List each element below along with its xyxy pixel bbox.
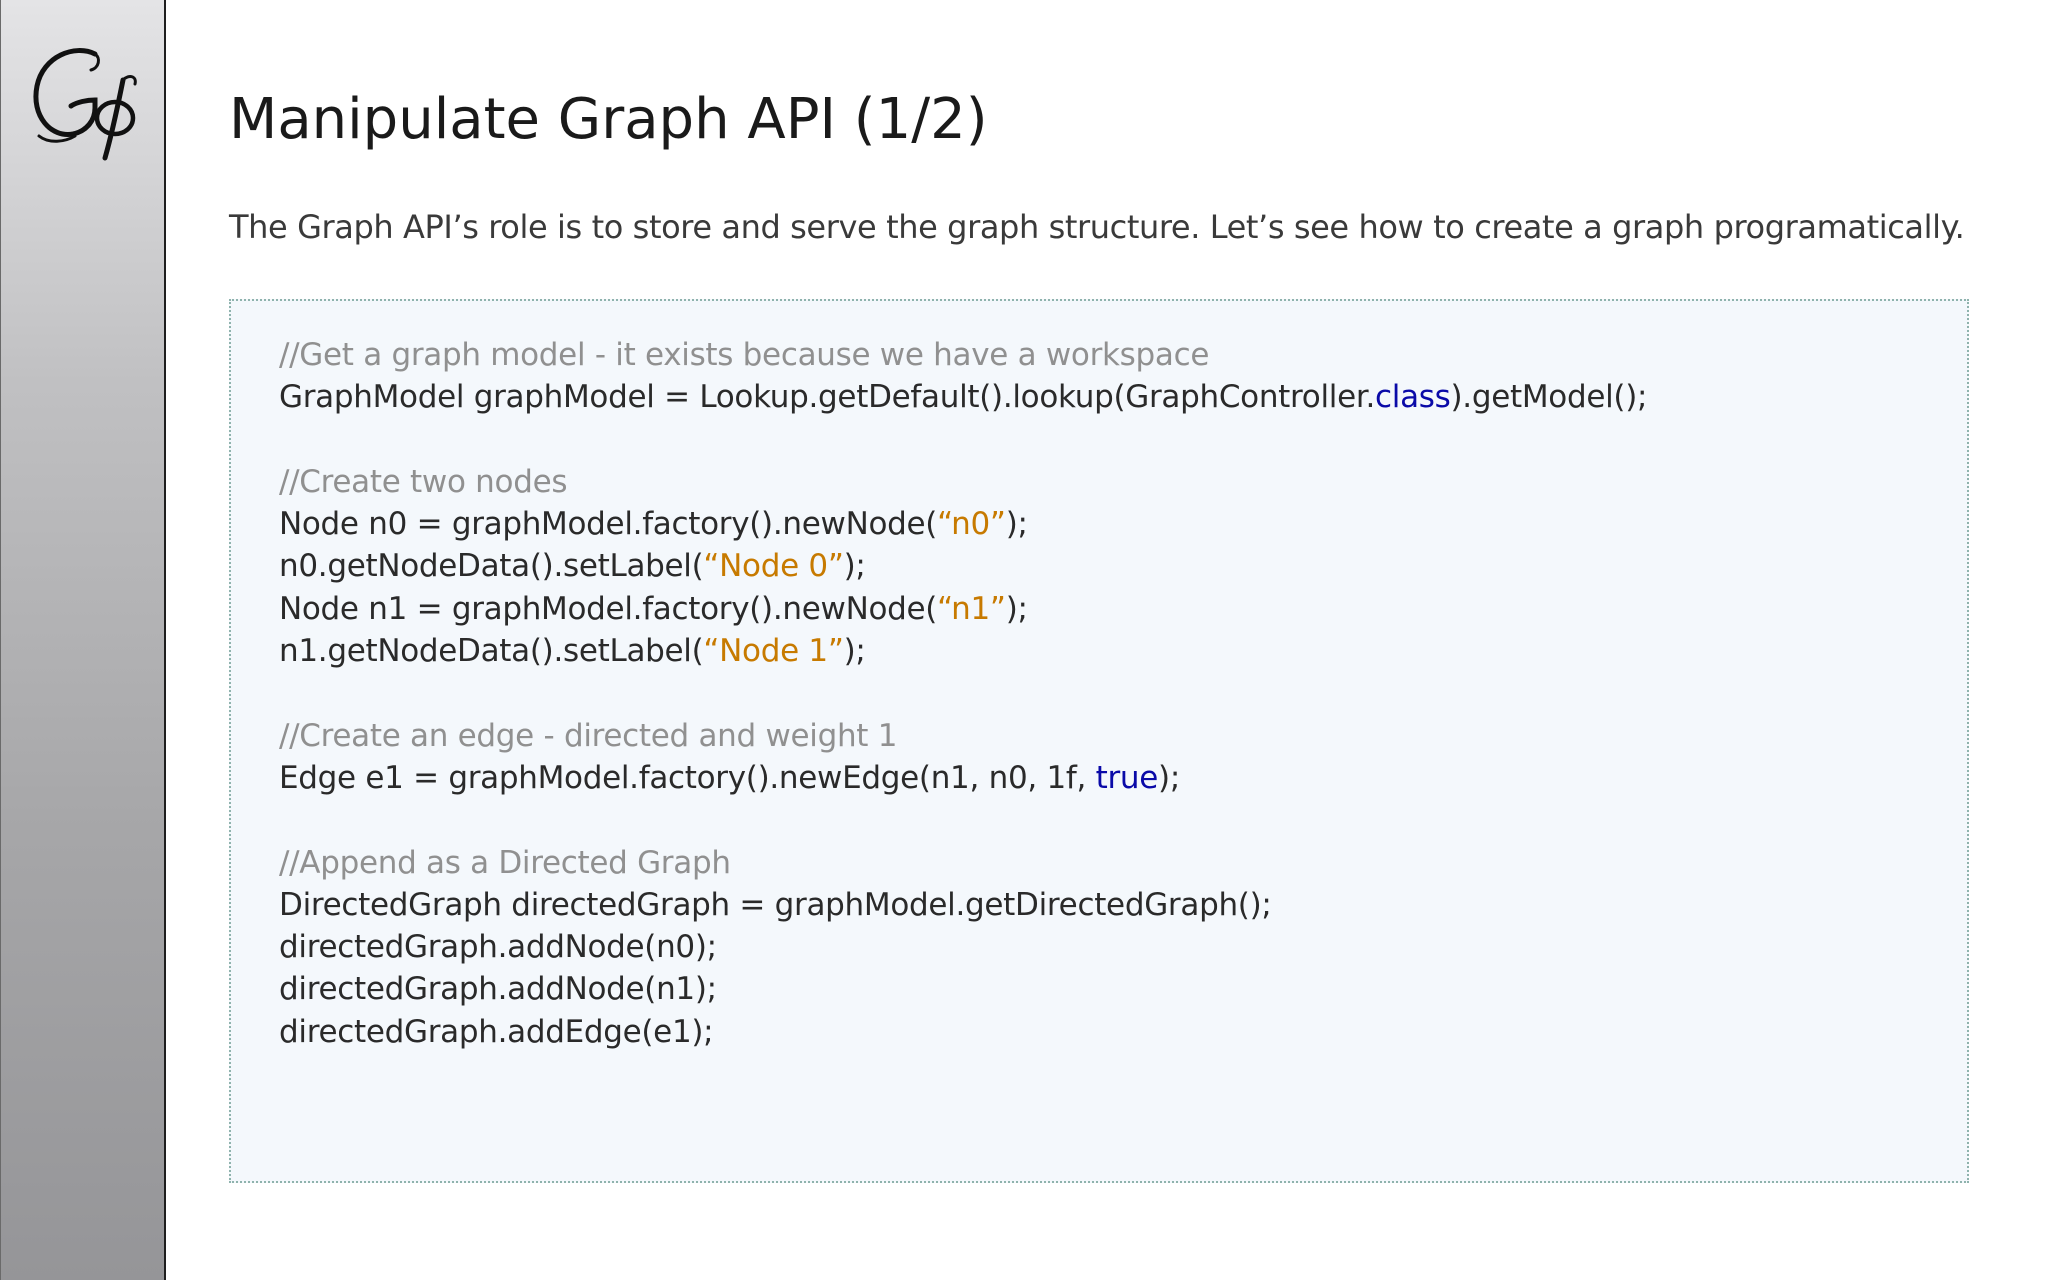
- code-token-keyword: true: [1095, 759, 1159, 796]
- code-line: Node n0 = graphModel.factory().newNode(“…: [279, 503, 1967, 545]
- code-token-plain: GraphModel graphModel = Lookup.getDefaul…: [279, 379, 1376, 416]
- code-line: directedGraph.addNode(n0);: [279, 926, 1967, 968]
- code-token-comment: //Create two nodes: [279, 463, 568, 500]
- code-token-comment: //Get a graph model - it exists because …: [279, 337, 1210, 373]
- code-token-plain: );: [843, 633, 866, 670]
- slide: Manipulate Graph API (1/2) The Graph API…: [0, 0, 2048, 1280]
- code-token-comment: //Append as a Directed Graph: [279, 844, 731, 881]
- code-token-plain: directedGraph.addEdge(e1);: [279, 1013, 714, 1050]
- code-token-plain: Node n1 = graphModel.factory().newNode(: [279, 590, 938, 627]
- code-token-keyword: class: [1375, 379, 1451, 416]
- code-token-plain: directedGraph.addNode(n0);: [279, 929, 717, 966]
- code-line: n0.getNodeData().setLabel(“Node 0”);: [279, 545, 1967, 587]
- slide-subtitle: The Graph API’s role is to store and ser…: [229, 208, 1965, 246]
- code-block: //Get a graph model - it exists because …: [229, 299, 1969, 1183]
- code-token-string: “Node 1”: [703, 633, 844, 670]
- code-token-plain: DirectedGraph directedGraph = graphModel…: [279, 886, 1272, 923]
- sidebar: [0, 0, 166, 1280]
- code-token-string: “Node 0”: [703, 548, 844, 585]
- code-token-plain: directedGraph.addNode(n1);: [279, 971, 717, 1008]
- code-line: GraphModel graphModel = Lookup.getDefaul…: [279, 376, 1967, 418]
- code-token-plain: Node n0 = graphModel.factory().newNode(: [279, 506, 938, 543]
- code-comment-line: //Append as a Directed Graph: [279, 842, 1967, 884]
- slide-title: Manipulate Graph API (1/2): [229, 87, 988, 152]
- code-token-plain: n1.getNodeData().setLabel(: [279, 633, 704, 670]
- gephi-logo-icon: [33, 48, 137, 161]
- code-token-plain: );: [1005, 506, 1028, 543]
- code-comment-line: //Create an edge - directed and weight 1: [279, 715, 1967, 757]
- code-token-string: “n0”: [937, 506, 1006, 543]
- code-line: directedGraph.addEdge(e1);: [279, 1011, 1967, 1053]
- code-line: Node n1 = graphModel.factory().newNode(“…: [279, 588, 1967, 630]
- code-line: n1.getNodeData().setLabel(“Node 1”);: [279, 630, 1967, 672]
- code-comment-line: //Create two nodes: [279, 461, 1967, 503]
- code-token-comment: //Create an edge - directed and weight 1: [279, 717, 898, 754]
- code-comment-line: //Get a graph model - it exists because …: [279, 334, 1967, 376]
- code-token-plain: );: [1158, 759, 1180, 796]
- code-token-plain: );: [843, 548, 866, 585]
- code-line: Edge e1 = graphModel.factory().newEdge(n…: [279, 757, 1967, 799]
- code-token-plain: n0.getNodeData().setLabel(: [279, 548, 704, 585]
- code-token-plain: Edge e1 = graphModel.factory().newEdge(n…: [279, 759, 1096, 796]
- code-line: DirectedGraph directedGraph = graphModel…: [279, 884, 1967, 926]
- code-token-plain: ).getModel();: [1450, 379, 1648, 416]
- code-line: directedGraph.addNode(n1);: [279, 968, 1967, 1010]
- code-token-string: “n1”: [937, 590, 1006, 627]
- code-token-plain: );: [1005, 590, 1028, 627]
